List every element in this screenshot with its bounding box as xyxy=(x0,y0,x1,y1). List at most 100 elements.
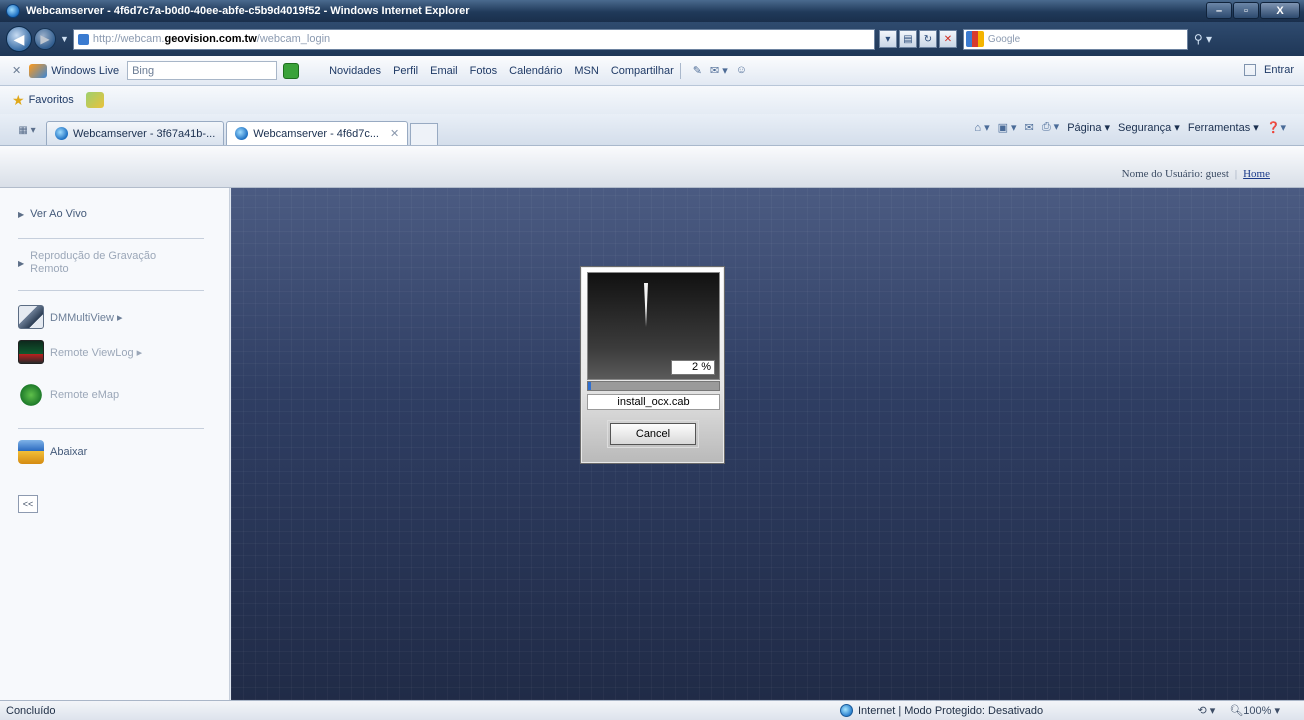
tools-menu[interactable]: Ferramentas ▾ xyxy=(1188,121,1259,134)
chevron-right-icon: ▶ xyxy=(18,209,25,219)
cancel-button[interactable]: Cancel xyxy=(607,420,699,448)
security-zone-label: Internet | Modo Protegido: Desativado xyxy=(858,704,1044,717)
sidebar-divider xyxy=(18,428,204,429)
signin-link[interactable]: Entrar xyxy=(1264,64,1294,76)
search-placeholder: Google xyxy=(987,33,1021,45)
command-bar: ⌂ ▾ ▣ ▾ ✉ ⎙ ▾ Página ▾ Segurança ▾ Ferra… xyxy=(974,120,1286,134)
collapse-sidebar-button[interactable]: << xyxy=(18,495,38,513)
minimize-button[interactable]: – xyxy=(1206,2,1232,19)
status-bar: Concluído Internet | Modo Protegido: Des… xyxy=(0,700,1304,720)
ie-tab-icon xyxy=(55,127,68,140)
mail-icon[interactable]: ✉ ▾ xyxy=(710,64,728,77)
sidebar-item-emap[interactable]: Remote eMap xyxy=(18,383,119,407)
tab-webcamserver-1[interactable]: Webcamserver - 3f67a41b-... xyxy=(46,121,225,145)
compatibility-icon[interactable]: ▤ xyxy=(898,30,917,48)
window-title: Webcamserver - 4f6d7c7a-b0d0-40ee-abfe-c… xyxy=(26,5,470,17)
security-zone[interactable]: Internet | Modo Protegido: Desativado xyxy=(840,704,1043,717)
status-text: Concluído xyxy=(6,704,56,717)
download-animation: 2 % xyxy=(587,272,720,380)
close-toolbar-icon[interactable]: ✕ xyxy=(12,64,21,77)
zoom-control[interactable]: 🔍︎100% ▾ xyxy=(1229,704,1280,717)
multiview-icon xyxy=(18,305,44,329)
sidebar-item-label: Ver Ao Vivo xyxy=(30,208,87,220)
viewlog-icon xyxy=(18,340,44,364)
sidebar-item-live-view[interactable]: ▶ Ver Ao Vivo xyxy=(18,208,87,220)
sidebar-divider xyxy=(18,238,204,239)
windows-live-toolbar: ✕ Windows Live Bing Novidades Perfil Ema… xyxy=(0,56,1304,86)
bing-search-value: Bing xyxy=(132,64,155,77)
edit-icon[interactable]: ✎ xyxy=(693,64,702,77)
history-dropdown-icon[interactable]: ▼ xyxy=(60,34,69,44)
quick-tabs-icon[interactable]: ▦ ▾ xyxy=(8,119,46,141)
sidebar-item-remote-playback[interactable]: ▶ Reprodução de Gravação Remoto xyxy=(18,250,198,276)
download-progress-fill xyxy=(588,382,591,390)
tab-webcamserver-2[interactable]: Webcamserver - 4f6d7c... ✕ xyxy=(226,121,409,145)
emap-icon xyxy=(18,383,44,407)
live-link-calendar[interactable]: Calendário xyxy=(509,65,562,77)
sidebar-item-multiview[interactable]: DMMultiView ▸ xyxy=(18,305,123,329)
sidebar-divider xyxy=(18,290,204,291)
url-host: geovision.com.tw xyxy=(164,33,257,45)
sidebar-item-label: Remote ViewLog ▸ xyxy=(50,346,143,359)
tab-label: Webcamserver - 3f67a41b-... xyxy=(73,127,216,140)
close-button[interactable]: X xyxy=(1260,2,1300,19)
new-tab-button[interactable] xyxy=(410,123,439,145)
forward-button[interactable]: ▶ xyxy=(34,28,56,50)
live-link-photos[interactable]: Fotos xyxy=(470,65,498,77)
messenger-icon[interactable]: ☺ xyxy=(736,64,747,77)
favorites-button[interactable]: Favoritos xyxy=(29,94,74,106)
page-menu[interactable]: Página ▾ xyxy=(1067,121,1110,134)
windows-live-icon xyxy=(29,63,48,78)
signin-icon xyxy=(1244,64,1257,76)
live-link-share[interactable]: Compartilhar xyxy=(611,65,674,77)
windows-live-brand[interactable]: Windows Live xyxy=(51,65,119,77)
live-tools: ✎ ✉ ▾ ☺ xyxy=(693,64,747,77)
feeds-icon[interactable]: ▣ ▾ xyxy=(998,121,1017,134)
favorites-star-icon: ★ xyxy=(12,91,25,108)
back-button[interactable]: ◀ xyxy=(6,26,32,52)
user-info: Nome do Usuário: guest | Home xyxy=(1122,168,1270,180)
page-header: Nome do Usuário: guest | Home xyxy=(0,146,1304,188)
security-menu[interactable]: Segurança ▾ xyxy=(1118,121,1180,134)
address-toolbar: ◀ ▶ ▼ http://webcam. geovision.com.tw /w… xyxy=(0,22,1304,56)
close-tab-icon[interactable]: ✕ xyxy=(390,127,399,140)
home-icon[interactable]: ⌂ ▾ xyxy=(974,121,989,134)
search-icon[interactable]: ⚲ ▾ xyxy=(1194,32,1212,46)
add-favorite-icon[interactable] xyxy=(85,92,104,108)
search-input[interactable]: Google xyxy=(962,28,1188,50)
refresh-icon[interactable]: ↻ xyxy=(918,30,937,48)
username-label: Nome do Usuário: guest xyxy=(1121,168,1229,180)
read-mail-icon[interactable]: ✉ xyxy=(1025,121,1034,134)
help-icon[interactable]: ❓▾ xyxy=(1267,121,1286,134)
sidebar-item-viewlog[interactable]: Remote ViewLog ▸ xyxy=(18,340,142,364)
status-right: ⟲ ▾ 🔍︎100% ▾ xyxy=(1198,704,1280,717)
window-controls: – ▫ X xyxy=(1206,2,1300,19)
sidebar-item-download[interactable]: Abaixar xyxy=(18,440,87,464)
live-link-profile[interactable]: Perfil xyxy=(393,65,418,77)
home-link[interactable]: Home xyxy=(1243,168,1270,180)
sidebar: ▶ Ver Ao Vivo ▶ Reprodução de Gravação R… xyxy=(0,188,230,700)
tab-label: Webcamserver - 4f6d7c... xyxy=(253,127,379,140)
sidebar-item-label: Reprodução de Gravação Remoto xyxy=(30,250,157,275)
stop-icon[interactable]: ✕ xyxy=(938,30,957,48)
download-percent: 2 % xyxy=(671,360,715,375)
bing-search-button[interactable] xyxy=(283,62,300,79)
header-separator: | xyxy=(1234,168,1238,180)
print-icon[interactable]: ⎙ ▾ xyxy=(1042,120,1059,134)
address-input[interactable]: http://webcam. geovision.com.tw /webcam_… xyxy=(72,28,875,50)
live-link-news[interactable]: Novidades xyxy=(329,65,381,77)
live-link-msn[interactable]: MSN xyxy=(574,65,598,77)
bing-search-input[interactable]: Bing xyxy=(127,61,278,80)
protected-mode-icon[interactable]: ⟲ ▾ xyxy=(1198,704,1216,717)
address-dropdown-icon[interactable]: ▾ xyxy=(878,30,897,48)
url-prefix: http://webcam. xyxy=(92,33,165,45)
google-icon xyxy=(965,31,984,47)
maximize-button[interactable]: ▫ xyxy=(1233,2,1259,19)
toolbar-divider xyxy=(679,62,681,79)
sidebar-item-label: DMMultiView ▸ xyxy=(50,311,123,324)
live-links: Novidades Perfil Email Fotos Calendário … xyxy=(329,65,674,77)
globe-icon xyxy=(840,704,853,717)
signin-area: Entrar xyxy=(1244,64,1294,76)
sidebar-item-label: Remote eMap xyxy=(50,389,120,401)
live-link-email[interactable]: Email xyxy=(430,65,458,77)
